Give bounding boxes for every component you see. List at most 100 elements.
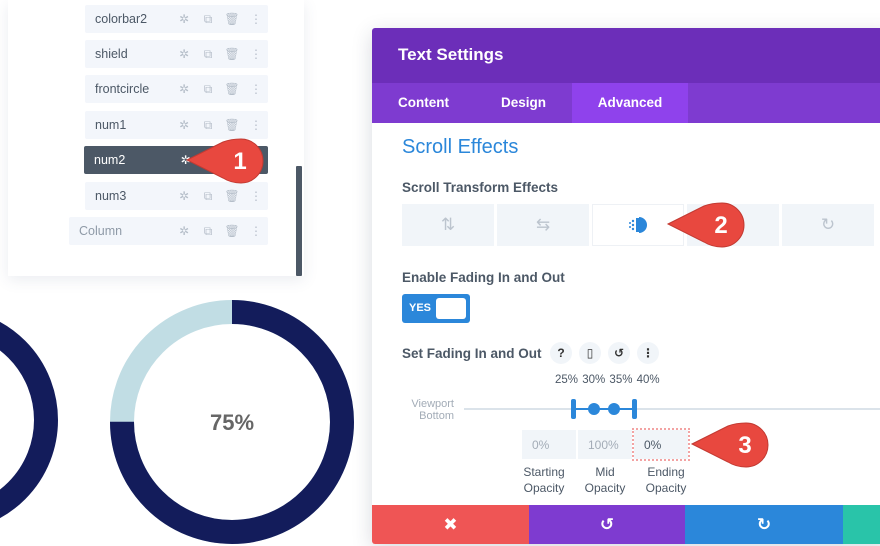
horizontal-motion-icon: ⇆ [535, 215, 551, 234]
viewport-label-line1: Viewport [411, 398, 454, 410]
callout-number: 1 [233, 148, 246, 175]
trash-icon[interactable]: 🗑︎ [220, 12, 244, 26]
range-handle-end [632, 399, 637, 419]
callout-number: 2 [714, 212, 727, 239]
gear-icon[interactable]: ✲ [172, 189, 196, 203]
circle-counter-value: 75% [210, 410, 254, 435]
more-icon[interactable]: ⋮ [244, 118, 268, 132]
modal-footer: ✖ ↺ ↻ [372, 505, 880, 544]
callout-2: 2 [666, 202, 745, 248]
layers-scrollbar[interactable] [296, 166, 302, 276]
reset-icon[interactable]: ↺ [608, 342, 630, 364]
scroll-effects-row: ⇅ ⇆ ↻ [402, 204, 874, 246]
circle-counters: 75% [0, 300, 354, 544]
undo-icon: ↺ [599, 514, 615, 534]
gear-icon[interactable]: ✲ [172, 12, 196, 26]
viewport-label-line2: Bottom [419, 410, 454, 422]
help-icon[interactable]: ? [550, 342, 572, 364]
gear-icon[interactable]: ✲ [172, 82, 196, 96]
enable-fading-toggle[interactable]: YES [402, 294, 470, 323]
duplicate-icon[interactable]: ⧉ [196, 82, 220, 96]
gear-icon[interactable]: ✲ [172, 118, 196, 132]
duplicate-icon[interactable]: ⧉ [196, 12, 220, 26]
toggle-knob [436, 298, 466, 319]
layer-label: num3 [95, 189, 127, 203]
toggle-yes-label: YES [409, 302, 432, 314]
trash-icon[interactable]: 🗑︎ [220, 47, 244, 61]
rotate-icon: ↻ [820, 215, 836, 234]
duplicate-icon[interactable]: ⧉ [196, 118, 220, 132]
range-handle-mid-start [588, 403, 600, 415]
label-line: Mid [595, 465, 615, 479]
layer-label: shield [95, 47, 128, 61]
field-options: ? ▯ ↺ ⋮ [550, 342, 659, 364]
redo-icon: ↻ [756, 514, 772, 534]
more-icon[interactable]: ⋮ [244, 189, 268, 203]
enable-fading-label: Enable Fading In and Out [402, 270, 565, 285]
undo-button[interactable]: ↺ [529, 505, 685, 544]
label-line: Opacity [584, 481, 626, 495]
layer-label: frontcircle [95, 82, 150, 96]
modal-title: Text Settings [372, 28, 880, 83]
layer-item-column[interactable]: Column ✲ ⧉ 🗑︎ ⋮ [69, 217, 268, 245]
tab-content[interactable]: Content [372, 83, 475, 123]
layer-item-num3[interactable]: num3 ✲ ⧉ 🗑︎ ⋮ [85, 182, 268, 210]
more-icon[interactable]: ⋮ [244, 224, 268, 238]
layer-item-colorbar2[interactable]: colorbar2 ✲ ⧉ 🗑︎ ⋮ [85, 5, 268, 33]
layer-item-shield[interactable]: shield ✲ ⧉ 🗑︎ ⋮ [85, 40, 268, 68]
mid-opacity-input[interactable]: 100% [578, 430, 632, 459]
range-handle-start [571, 399, 576, 419]
range-percent-labels: 25% 30% 35% 40% [555, 374, 660, 386]
callout-number: 3 [738, 432, 751, 459]
duplicate-icon[interactable]: ⧉ [196, 189, 220, 203]
tab-design[interactable]: Design [475, 83, 572, 123]
horizontal-motion-button[interactable]: ⇆ [497, 204, 589, 246]
trash-icon[interactable]: 🗑︎ [220, 189, 244, 203]
starting-opacity-input[interactable]: 0% [522, 430, 576, 459]
set-fading-label: Set Fading In and Out [402, 346, 542, 361]
trash-icon[interactable]: 🗑︎ [220, 224, 244, 238]
vertical-motion-button[interactable]: ⇅ [402, 204, 494, 246]
label-line: Opacity [645, 481, 687, 495]
range-handle-mid-end [608, 403, 620, 415]
responsive-icon[interactable]: ▯ [579, 342, 601, 364]
rotate-button[interactable]: ↻ [782, 204, 874, 246]
layer-label: num2 [94, 153, 126, 167]
scroll-transform-label: Scroll Transform Effects [402, 180, 559, 195]
save-button[interactable] [843, 505, 880, 544]
modal-tabs: Content Design Advanced [372, 83, 880, 123]
label-line: Starting [523, 465, 565, 479]
trash-icon[interactable]: 🗑︎ [220, 82, 244, 96]
viewport-bottom-label: Viewport Bottom [394, 398, 454, 422]
gear-icon[interactable]: ✲ [172, 47, 196, 61]
fade-range-control[interactable] [567, 396, 647, 422]
section-title-scroll-effects[interactable]: Scroll Effects [402, 136, 518, 159]
duplicate-icon[interactable]: ⧉ [196, 47, 220, 61]
duplicate-icon[interactable]: ⧉ [196, 224, 220, 238]
layer-label: Column [79, 224, 123, 238]
text-settings-modal: Text Settings Content Design Advanced Sc… [372, 28, 880, 544]
vertical-motion-icon: ⇅ [440, 215, 456, 234]
label-line: Opacity [523, 481, 565, 495]
fade-icon [629, 217, 647, 233]
layer-label: colorbar2 [95, 12, 148, 26]
layer-item-num1[interactable]: num1 ✲ ⧉ 🗑︎ ⋮ [85, 111, 268, 139]
redo-button[interactable]: ↻ [685, 505, 843, 544]
fade-range-track[interactable] [464, 408, 880, 410]
trash-icon[interactable]: 🗑︎ [220, 118, 244, 132]
callout-1: 1 [185, 138, 264, 184]
tab-advanced[interactable]: Advanced [572, 83, 688, 123]
layer-label: num1 [95, 118, 127, 132]
more-icon[interactable]: ⋮ [244, 82, 268, 96]
gear-icon[interactable]: ✲ [172, 224, 196, 238]
mid-opacity-label: Mid Opacity [575, 464, 635, 496]
more-icon[interactable]: ⋮ [244, 12, 268, 26]
more-icon[interactable]: ⋮ [244, 47, 268, 61]
starting-opacity-label: Starting Opacity [514, 464, 574, 496]
more-options-icon[interactable]: ⋮ [637, 342, 659, 364]
layer-item-frontcircle[interactable]: frontcircle ✲ ⧉ 🗑︎ ⋮ [85, 75, 268, 103]
cancel-button[interactable]: ✖ [372, 505, 529, 544]
close-icon: ✖ [443, 514, 458, 534]
ending-opacity-label: Ending Opacity [636, 464, 696, 496]
ending-opacity-input[interactable]: 0% [632, 428, 690, 461]
